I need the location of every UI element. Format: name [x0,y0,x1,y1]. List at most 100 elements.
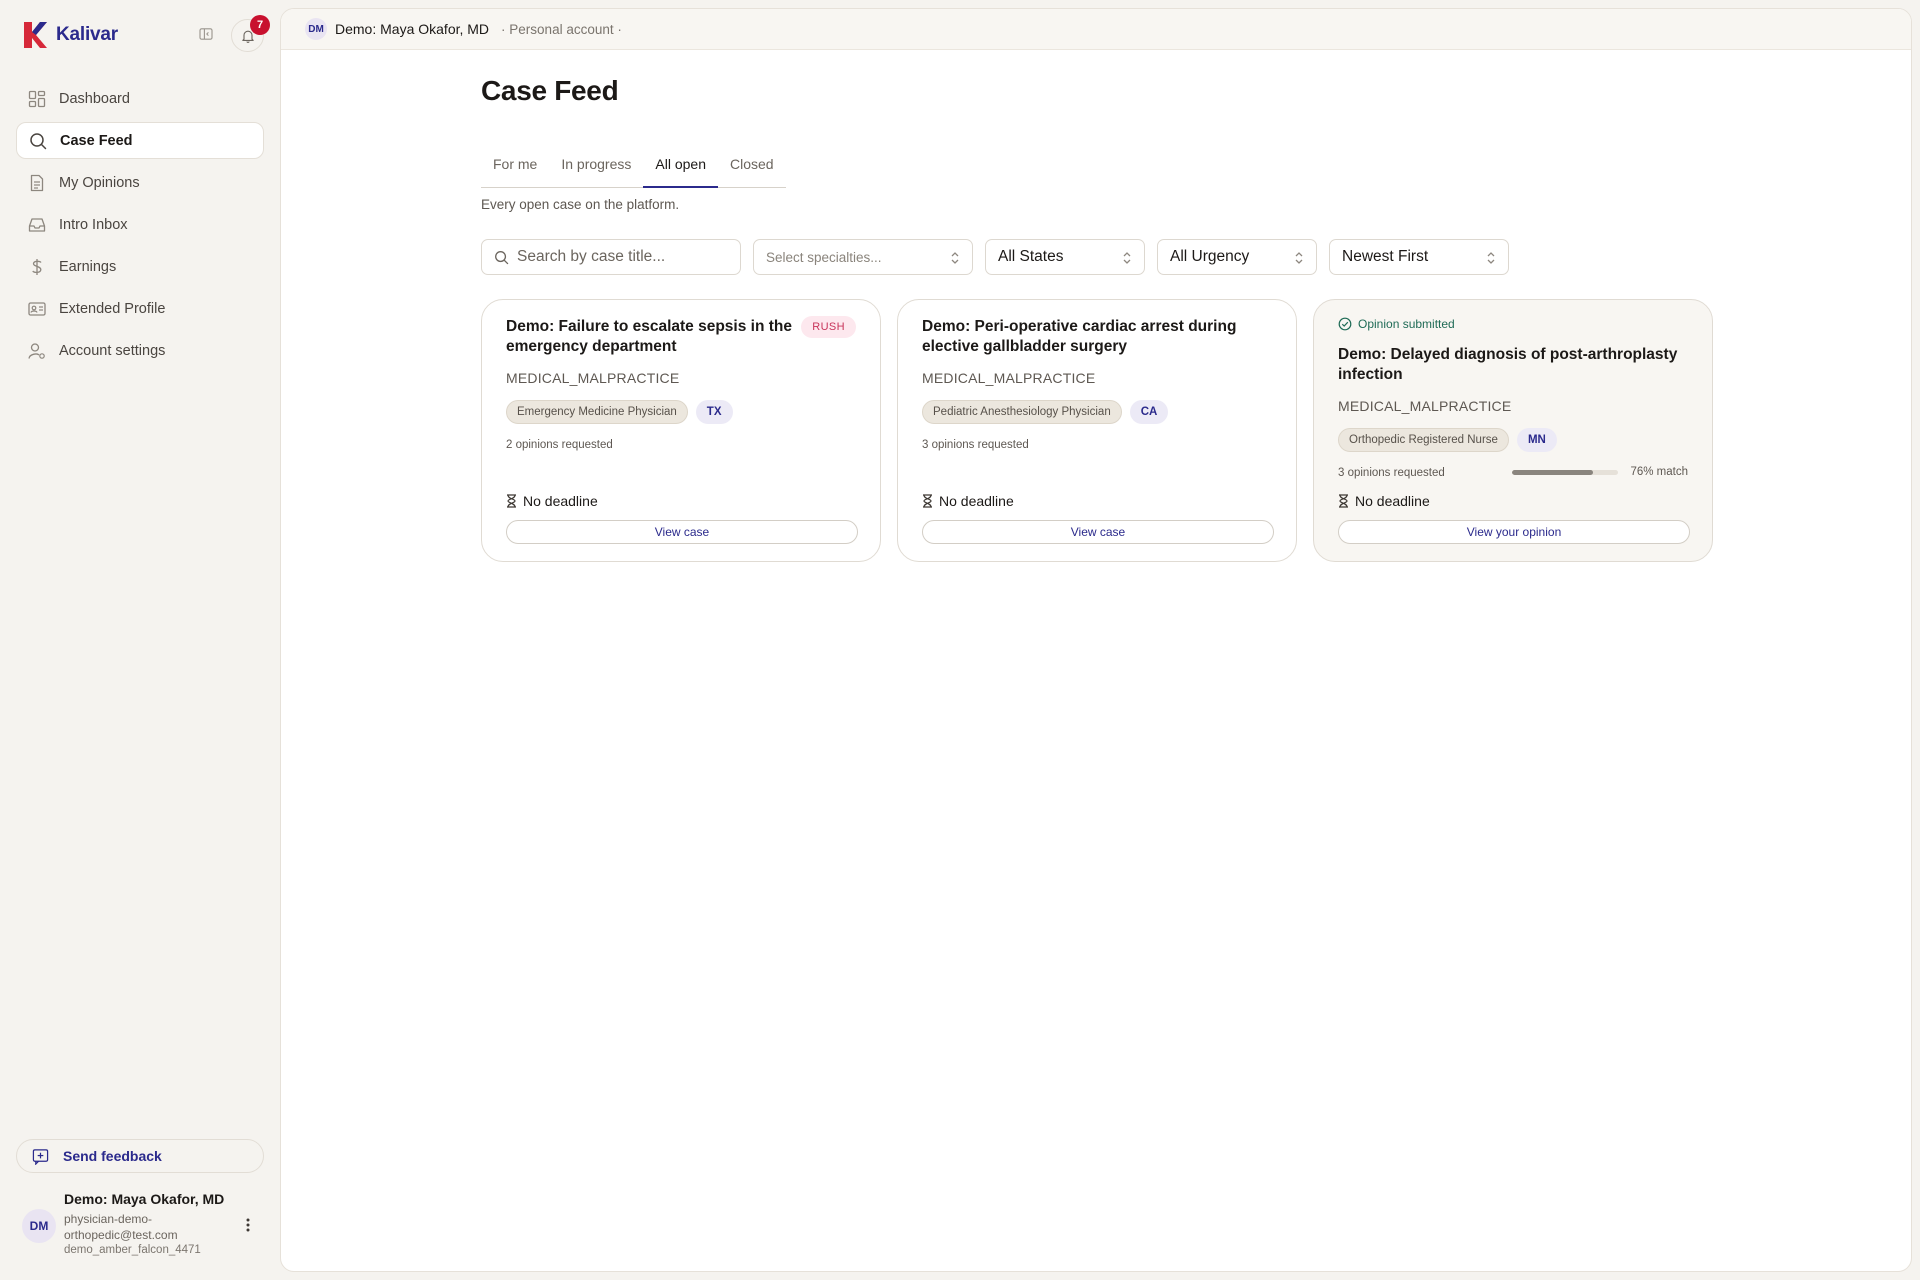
filter-bar: Select specialties... All States All Urg… [481,239,1521,275]
states-select-value: All States [998,248,1064,265]
chevron-up-down-icon [1123,252,1131,264]
case-title: Demo: Failure to escalate sepsis in the … [506,318,792,355]
inbox-icon [28,217,46,232]
specialties-select-value: Select specialties... [766,249,882,265]
grid-icon [28,90,46,107]
sidebar-item-label: Account settings [59,342,166,359]
sort-select-value: Newest First [1342,248,1429,265]
match-label: 76% match [1630,466,1688,478]
hourglass-icon [1339,494,1348,508]
page-title: Case Feed [481,75,619,106]
urgency-badge: RUSH [801,316,856,338]
match-score: 76% match [1512,466,1688,478]
sidebar-item-label: My Opinions [59,174,140,191]
view-your-opinion-button[interactable]: View your opinion [1338,520,1690,544]
case-title: Demo: Delayed diagnosis of post-arthropl… [1338,346,1678,383]
feedback-icon [32,1148,49,1165]
view-case-button[interactable]: View case [506,520,858,544]
sidebar-item-my-opinions[interactable]: My Opinions [16,164,264,201]
tab-for-me[interactable]: For me [481,150,549,188]
sidebar: Kalivar 7 Dashboard Case Feed My Opinion… [0,0,280,1280]
sort-select[interactable]: Newest First [1329,239,1509,275]
opinion-status-text: Opinion submitted [1358,317,1455,331]
match-progress-bar [1512,469,1619,475]
specialty-tag: Orthopedic Registered Nurse [1338,428,1509,452]
account-avatar: DM [305,18,327,40]
specialty-tag: Pediatric Anesthesiology Physician [922,400,1122,424]
sidebar-item-label: Case Feed [60,132,133,149]
case-tags: Orthopedic Registered Nurse MN [1338,428,1557,452]
case-type: MEDICAL_MALPRACTICE [506,370,680,386]
case-tags: Emergency Medicine Physician TX [506,400,733,424]
sidebar-item-label: Earnings [59,258,117,275]
urgency-select[interactable]: All Urgency [1157,239,1317,275]
more-vertical-icon[interactable] [240,1215,256,1235]
opinion-status: Opinion submitted [1338,317,1455,331]
opinions-requested: 2 opinions requested [506,439,613,451]
state-tag: TX [695,400,733,424]
user-name: Demo: Maya Okafor, MD [64,1191,225,1207]
specialties-select[interactable]: Select specialties... [753,239,973,275]
sidebar-item-dashboard[interactable]: Dashboard [16,80,264,117]
sidebar-nav: Dashboard Case Feed My Opinions Intro In… [16,80,264,374]
deadline: No deadline [922,493,1014,509]
hourglass-icon [923,494,932,508]
tab-description: Every open case on the platform. [481,197,680,212]
case-cards-grid: Demo: Failure to escalate sepsis in the … [481,299,1729,562]
case-title: Demo: Peri-operative cardiac arrest duri… [922,318,1237,355]
sidebar-item-case-feed[interactable]: Case Feed [16,122,264,159]
brand-logo[interactable]: Kalivar [22,20,118,50]
send-feedback-button[interactable]: Send feedback [16,1139,264,1173]
chevron-up-down-icon [1487,252,1495,264]
deadline-text: No deadline [523,493,598,509]
dollar-icon [32,258,42,275]
id-card-icon [28,301,46,316]
account-name[interactable]: Demo: Maya Okafor, MD [335,21,489,37]
user-email: physician-demo-orthopedic@test.com [64,1212,178,1242]
sidebar-item-earnings[interactable]: Earnings [16,248,264,285]
chevron-up-down-icon [951,252,959,264]
tab-all-open[interactable]: All open [643,150,718,188]
check-circle-icon [1338,317,1352,331]
state-tag: CA [1129,400,1169,424]
case-card: Demo: Failure to escalate sepsis in the … [481,299,881,562]
sidebar-item-label: Dashboard [59,90,130,107]
search-icon [495,250,509,264]
sidebar-item-account-settings[interactable]: Account settings [16,332,264,369]
case-card: Demo: Peri-operative cardiac arrest duri… [897,299,1297,562]
document-icon [30,174,44,191]
hourglass-icon [507,494,516,508]
deadline-text: No deadline [1355,493,1430,509]
urgency-select-value: All Urgency [1170,248,1250,265]
account-bar: DM Demo: Maya Okafor, MD · Personal acco… [281,9,1911,50]
search-icon [30,132,47,149]
case-type: MEDICAL_MALPRACTICE [922,370,1096,386]
view-case-button[interactable]: View case [922,520,1274,544]
search-input[interactable] [517,248,737,266]
deadline-text: No deadline [939,493,1014,509]
user-gear-icon [28,342,45,359]
specialty-tag: Emergency Medicine Physician [506,400,688,424]
deadline: No deadline [506,493,598,509]
opinions-requested: 3 opinions requested [1338,467,1445,479]
opinions-requested: 3 opinions requested [922,439,1029,451]
case-feed-tabs: For me In progress All open Closed [481,150,786,188]
sidebar-item-extended-profile[interactable]: Extended Profile [16,290,264,327]
states-select[interactable]: All States [985,239,1145,275]
tab-in-progress[interactable]: In progress [549,150,643,188]
notifications-button[interactable]: 7 [231,15,270,52]
deadline: No deadline [1338,493,1430,509]
sidebar-item-intro-inbox[interactable]: Intro Inbox [16,206,264,243]
user-handle: demo_amber_falcon_4471 [64,1244,201,1256]
case-type: MEDICAL_MALPRACTICE [1338,398,1512,414]
kalivar-logo-icon [24,22,47,48]
search-field[interactable] [481,239,741,275]
case-card: Opinion submitted Demo: Delayed diagnosi… [1313,299,1713,562]
notification-count-badge: 7 [250,15,270,35]
account-type: · Personal account · [501,21,622,37]
sidebar-item-label: Intro Inbox [59,216,128,233]
send-feedback-label: Send feedback [63,1148,162,1164]
state-tag: MN [1516,428,1557,452]
collapse-sidebar-icon[interactable] [198,26,218,46]
tab-closed[interactable]: Closed [718,150,786,188]
